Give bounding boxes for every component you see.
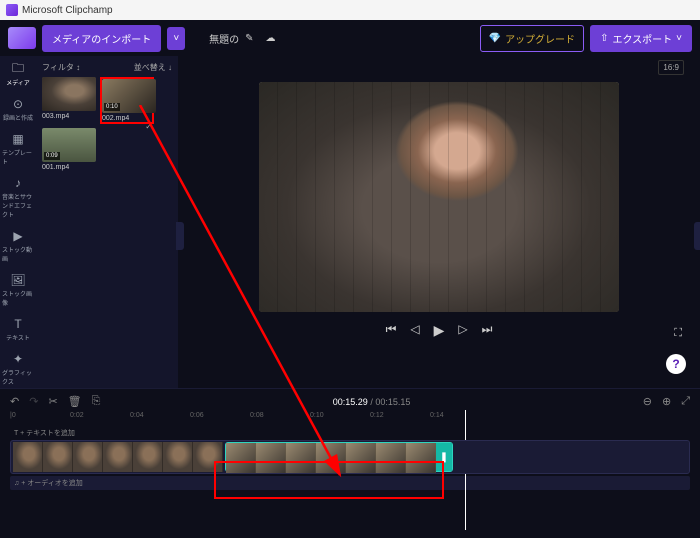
sort-button[interactable]: 並べ替え ↓ [134, 62, 172, 73]
zoom-in-icon[interactable]: ⊕ [662, 395, 671, 408]
media-panel: フィルタ ↕ 並べ替え ↓ 0:05 003.mp4 0:10 002.mp4 … [36, 56, 178, 388]
timecode: 00:15.29 / 00:15.15 [110, 397, 632, 407]
diamond-icon: 💎 [489, 33, 501, 44]
cut-icon[interactable]: ✂ [48, 395, 57, 408]
clipchamp-logo-icon [8, 27, 36, 49]
sidebar-item-music[interactable]: ♪音楽とサウンドエフェクト [2, 176, 34, 219]
timeline: ↶ ↷ ✂ 🗑 ⎘ 00:15.29 / 00:15.15 ⊖ ⊕ ⤢ |0 0… [0, 388, 700, 538]
music-icon: ♪ [10, 176, 26, 190]
fullscreen-icon[interactable]: ⛶ [674, 327, 682, 340]
playback-controls: ⏮ ◁ ▶ ▷ ⏭ [190, 322, 688, 339]
frame-forward-icon[interactable]: ▷ [458, 322, 467, 339]
timeline-ruler[interactable]: |0 0:02 0:04 0:06 0:08 0:10 0:12 0:14 [10, 412, 690, 426]
template-icon: ▦ [10, 132, 26, 146]
export-button[interactable]: ⇧エクスポート ˅ [590, 25, 692, 52]
sidebar-item-media[interactable]: 🗀メディア [2, 62, 34, 87]
zoom-out-icon[interactable]: ⊖ [643, 395, 652, 408]
image-icon: 🖼 [10, 273, 26, 287]
fit-icon[interactable]: ⤢ [681, 395, 690, 408]
cloud-sync-icon: ☁ [266, 33, 276, 44]
text-track-label[interactable]: T + テキストを追加 [10, 426, 690, 440]
import-dropdown-button[interactable]: ˅ [167, 27, 185, 50]
sidebar-item-record[interactable]: ⊙録画と作成 [2, 97, 34, 122]
annotation-highlight-timeline [214, 461, 444, 499]
panel-collapse-left[interactable] [176, 222, 184, 250]
folder-icon: 🗀 [10, 62, 26, 76]
help-button[interactable]: ? [666, 354, 686, 374]
panel-collapse-right[interactable] [694, 222, 700, 250]
sidebar-item-graphics[interactable]: ✦グラフィックス [2, 352, 34, 386]
delete-icon[interactable]: 🗑 [68, 395, 82, 408]
record-icon: ⊙ [10, 97, 26, 111]
aspect-ratio-button[interactable]: 16:9 [658, 60, 684, 75]
sidebar-item-stock-image[interactable]: 🖼ストック画像 [2, 273, 34, 307]
edit-title-icon: ✎ [245, 33, 253, 44]
text-icon: T [10, 317, 26, 331]
upload-icon: ⇧ [600, 33, 608, 44]
media-clip-selected[interactable]: 0:10 002.mp4 ✓ [100, 77, 154, 124]
sidebar-item-templates[interactable]: ▦テンプレート [2, 132, 34, 166]
graphics-icon: ✦ [10, 352, 26, 366]
sidebar-item-text[interactable]: Tテキスト [2, 317, 34, 342]
left-sidebar: 🗀メディア ⊙録画と作成 ▦テンプレート ♪音楽とサウンドエフェクト ▶ストック… [0, 56, 36, 388]
app-icon [6, 4, 18, 16]
preview-area: 16:9 ⏮ ◁ ▶ ▷ ⏭ ⛶ ? [178, 56, 700, 388]
skip-start-icon[interactable]: ⏮ [386, 322, 397, 339]
project-title[interactable]: 無題の✎ ☁ [209, 31, 275, 46]
sidebar-item-stock-video[interactable]: ▶ストック動画 [2, 229, 34, 263]
filter-button[interactable]: フィルタ ↕ [42, 62, 80, 73]
upgrade-button[interactable]: 💎アップグレード [480, 25, 584, 52]
split-icon[interactable]: ⎘ [92, 395, 101, 408]
redo-icon[interactable]: ↷ [29, 395, 38, 408]
media-clip[interactable]: 0:09 001.mp4 [42, 128, 96, 171]
window-titlebar: Microsoft Clipchamp [0, 0, 700, 20]
checkmark-icon: ✓ [145, 122, 152, 131]
frame-back-icon[interactable]: ◁ [410, 322, 419, 339]
play-icon[interactable]: ▶ [434, 322, 445, 339]
video-preview[interactable] [259, 82, 619, 312]
media-clip[interactable]: 0:05 003.mp4 [42, 77, 96, 124]
window-title: Microsoft Clipchamp [22, 5, 113, 16]
undo-icon[interactable]: ↶ [10, 395, 19, 408]
import-media-button[interactable]: メディアのインポート [42, 25, 161, 52]
timeline-clip-1[interactable] [13, 442, 223, 472]
video-icon: ▶ [10, 229, 26, 243]
skip-end-icon[interactable]: ⏭ [482, 322, 493, 339]
top-toolbar: メディアのインポート ˅ 無題の✎ ☁ 💎アップグレード ⇧エクスポート ˅ [0, 20, 700, 56]
